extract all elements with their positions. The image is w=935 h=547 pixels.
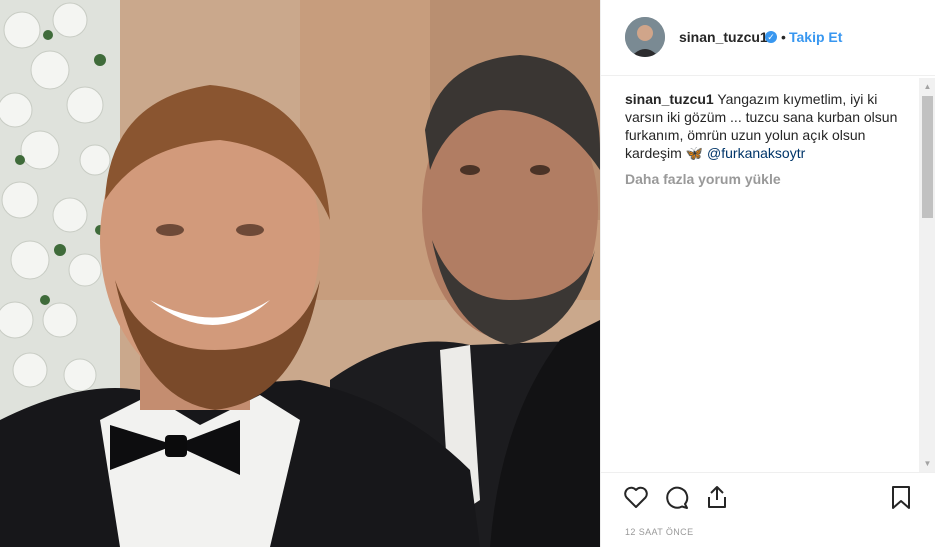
post-header: sinan_tuzcu1 ✓ • Takip Et [601, 0, 935, 76]
load-more-comments-button[interactable]: Daha fazla yorum yükle [625, 170, 917, 188]
comments-scrollbar[interactable]: ▲ ▼ [919, 78, 935, 472]
post-details-panel: sinan_tuzcu1 ✓ • Takip Et sinan_tuzcu1 Y… [600, 0, 935, 547]
separator-dot: • [781, 29, 786, 45]
username-link[interactable]: sinan_tuzcu1 [679, 29, 768, 45]
avatar[interactable] [625, 17, 665, 57]
bookmark-icon[interactable] [890, 485, 912, 511]
follow-button[interactable]: Takip Et [789, 29, 842, 45]
scroll-down-arrow-icon[interactable]: ▼ [919, 455, 935, 472]
heart-icon[interactable] [623, 485, 649, 509]
caption-username[interactable]: sinan_tuzcu1 [625, 91, 714, 107]
avatar-image [625, 17, 665, 57]
verified-badge-icon: ✓ [765, 31, 777, 43]
scroll-up-arrow-icon[interactable]: ▲ [919, 78, 935, 95]
comment-icon[interactable] [664, 485, 690, 511]
share-icon[interactable] [705, 484, 729, 510]
photo-illustration [0, 0, 600, 547]
caption-comment: sinan_tuzcu1 Yangazım kıymetlim, iyi ki … [625, 90, 917, 162]
comments-list: sinan_tuzcu1 Yangazım kıymetlim, iyi ki … [625, 90, 917, 470]
post-timestamp[interactable]: 12 SAAT ÖNCE [625, 527, 694, 537]
action-bar: 12 SAAT ÖNCE [601, 472, 935, 547]
mention-link[interactable]: @furkanaksoytr [707, 145, 805, 161]
post-photo[interactable] [0, 0, 600, 547]
scrollbar-thumb[interactable] [922, 96, 933, 218]
